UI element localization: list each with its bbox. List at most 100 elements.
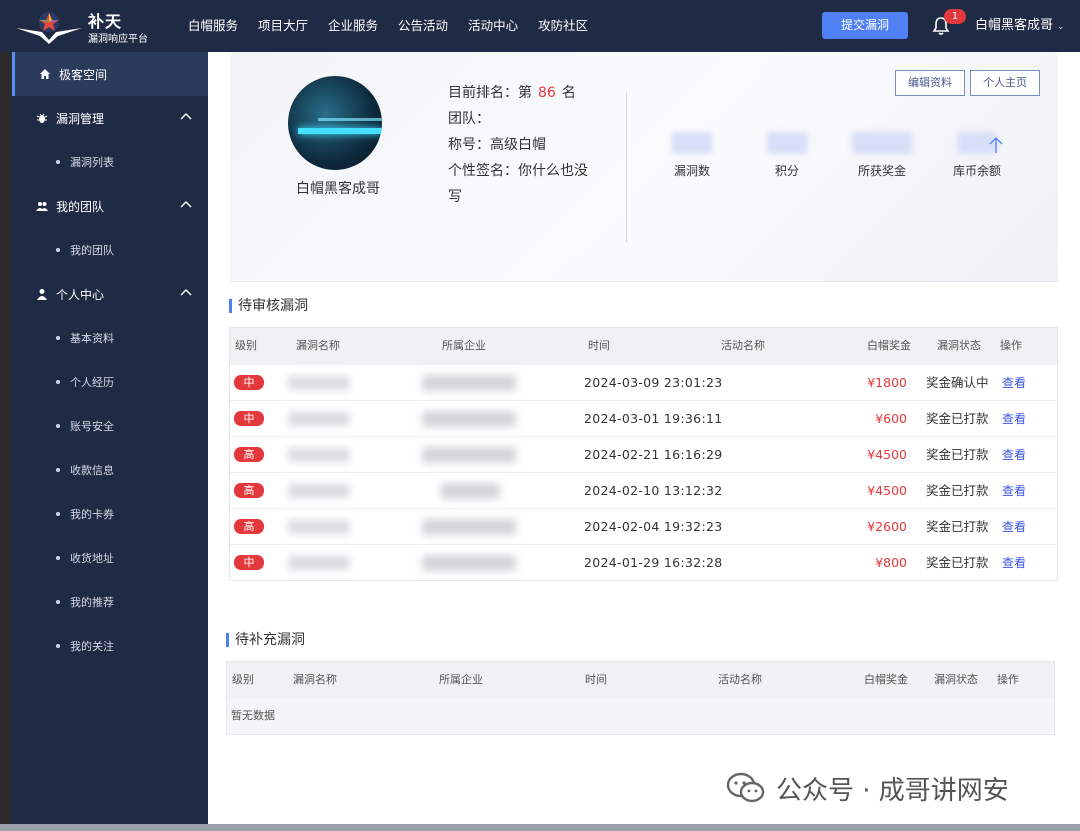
sidebar-item-referrals[interactable]: 我的推荐 bbox=[12, 580, 208, 624]
column-header: 时间 bbox=[585, 673, 607, 686]
nav-community[interactable]: 攻防社区 bbox=[538, 0, 588, 52]
bonus-amount: ¥4500 bbox=[867, 483, 907, 498]
column-header: 漏洞状态 bbox=[937, 339, 981, 352]
sidebar-item-coupons[interactable]: 我的卡券 bbox=[12, 492, 208, 536]
sidebar-item-label: 我的推荐 bbox=[70, 596, 114, 609]
bottom-scrollbar[interactable] bbox=[0, 824, 1080, 831]
sidebar-item-label: 极客空间 bbox=[59, 67, 108, 82]
company-blurred bbox=[422, 519, 516, 535]
stat-coin-balance: 库币余额 bbox=[932, 132, 1022, 179]
bonus-amount: ¥800 bbox=[875, 555, 907, 570]
watermark: 公众号 · 成哥讲网安 bbox=[726, 770, 1009, 806]
stat-vuln-count: 漏洞数 bbox=[647, 132, 737, 179]
sidebar-item-label: 个人经历 bbox=[70, 376, 114, 389]
company-blurred bbox=[422, 447, 516, 463]
nav-whitehat-service[interactable]: 白帽服务 bbox=[188, 0, 238, 52]
sidebar-item-label: 我的关注 bbox=[70, 640, 114, 653]
sidebar-item-personal-center[interactable]: 个人中心 bbox=[12, 272, 208, 316]
sidebar-item-label: 基本资料 bbox=[70, 332, 114, 345]
submit-time: 2024-02-04 19:32:23 bbox=[584, 519, 723, 534]
stat-label: 所获奖金 bbox=[857, 164, 906, 178]
profile-info: 目前排名：第 86 名 团队： 称号：高级白帽 个性签名：你什么也没 写 bbox=[448, 80, 608, 210]
wechat-icon bbox=[726, 772, 765, 803]
personal-homepage-button[interactable]: 个人主页 bbox=[970, 70, 1040, 96]
sidebar-item-experience[interactable]: 个人经历 bbox=[12, 360, 208, 404]
view-link[interactable]: 查看 bbox=[1002, 545, 1026, 581]
vuln-status: 奖金已打款 bbox=[926, 519, 989, 534]
column-header: 漏洞名称 bbox=[293, 673, 337, 686]
submit-vulnerability-button[interactable]: 提交漏洞 bbox=[822, 12, 908, 39]
sidebar-item-vuln-management[interactable]: 漏洞管理 bbox=[12, 96, 208, 140]
vuln-name-blurred bbox=[288, 448, 350, 462]
nav-project-hall[interactable]: 项目大厅 bbox=[258, 0, 308, 52]
chevron-up-icon[interactable] bbox=[180, 111, 192, 123]
nav-announcements[interactable]: 公告活动 bbox=[398, 0, 448, 52]
edit-profile-button[interactable]: 编辑资料 bbox=[895, 70, 965, 96]
view-link[interactable]: 查看 bbox=[1002, 365, 1026, 401]
sidebar-item-label: 收款信息 bbox=[70, 464, 114, 477]
bullet-dot bbox=[56, 336, 60, 340]
table-header: 级别 漏洞名称 所属企业 时间 活动名称 白帽奖金 漏洞状态 操作 bbox=[230, 328, 1057, 364]
vuln-name-blurred bbox=[288, 376, 350, 390]
signature-line-cont: 写 bbox=[448, 189, 462, 205]
view-link[interactable]: 查看 bbox=[1002, 437, 1026, 473]
chevron-up-icon[interactable] bbox=[180, 287, 192, 299]
bonus-amount: ¥600 bbox=[875, 411, 907, 426]
nav-activity-center[interactable]: 活动中心 bbox=[468, 0, 518, 52]
rank-prefix: 目前排名：第 bbox=[448, 85, 532, 101]
column-header: 漏洞名称 bbox=[296, 339, 340, 352]
sidebar-item-vuln-list[interactable]: 漏洞列表 bbox=[12, 140, 208, 184]
divider bbox=[626, 92, 627, 242]
bullet-dot bbox=[56, 424, 60, 428]
sidebar-item-my-team-sub[interactable]: 我的团队 bbox=[12, 228, 208, 272]
severity-badge: 中 bbox=[234, 411, 264, 426]
column-header: 操作 bbox=[1000, 339, 1022, 352]
sidebar-item-basic-info[interactable]: 基本资料 bbox=[12, 316, 208, 360]
stat-bonus: 所获奖金 bbox=[837, 132, 927, 179]
nav-enterprise-service[interactable]: 企业服务 bbox=[328, 0, 378, 52]
sidebar-item-account-security[interactable]: 账号安全 bbox=[12, 404, 208, 448]
sidebar-item-my-team[interactable]: 我的团队 bbox=[12, 184, 208, 228]
company-blurred bbox=[422, 375, 516, 391]
avatar[interactable] bbox=[288, 76, 382, 170]
home-icon bbox=[40, 69, 50, 79]
vuln-status: 奖金已打款 bbox=[926, 483, 989, 498]
vuln-status: 奖金已打款 bbox=[926, 555, 989, 570]
column-header: 白帽奖金 bbox=[864, 673, 908, 686]
table-header: 级别 漏洞名称 所属企业 时间 活动名称 白帽奖金 漏洞状态 操作 bbox=[227, 662, 1054, 698]
sidebar: 极客空间 漏洞管理 漏洞列表 我的团队 我的团队 个人中心 基本资料 个人经历 … bbox=[0, 52, 208, 831]
team-line: 团队： bbox=[448, 111, 490, 127]
profile-name: 白帽黑客成哥 bbox=[296, 181, 380, 197]
sidebar-item-shipping-address[interactable]: 收货地址 bbox=[12, 536, 208, 580]
table-row: 中 2024-03-01 19:36:11 ¥600 奖金已打款 查看 bbox=[230, 400, 1057, 436]
title-line: 称号：高级白帽 bbox=[448, 137, 546, 153]
vuln-status: 奖金已打款 bbox=[926, 411, 989, 426]
brand-logo[interactable]: 补天 漏洞响应平台 bbox=[14, 6, 164, 46]
column-header: 时间 bbox=[588, 339, 610, 352]
logo-emblem-icon bbox=[16, 12, 82, 44]
user-menu[interactable]: 白帽黑客成哥 ⌄ bbox=[975, 0, 1065, 53]
profile-card: 白帽黑客成哥 目前排名：第 86 名 团队： 称号：高级白帽 个性签名：你什么也没 … bbox=[230, 52, 1058, 282]
top-navbar: 补天 漏洞响应平台 白帽服务 项目大厅 企业服务 公告活动 活动中心 攻防社区 … bbox=[0, 0, 1080, 52]
table-row: 高 2024-02-21 16:16:29 ¥4500 奖金已打款 查看 bbox=[230, 436, 1057, 472]
submit-time: 2024-02-21 16:16:29 bbox=[584, 447, 723, 462]
sidebar-item-label: 个人中心 bbox=[56, 287, 105, 302]
view-link[interactable]: 查看 bbox=[1002, 401, 1026, 437]
severity-badge: 中 bbox=[234, 375, 264, 390]
stat-label: 库币余额 bbox=[952, 164, 1001, 178]
bullet-dot bbox=[56, 600, 60, 604]
table-row: 高 2024-02-04 19:32:23 ¥2600 奖金已打款 查看 bbox=[230, 508, 1057, 544]
table-row: 高 2024-02-10 13:12:32 ¥4500 奖金已打款 查看 bbox=[230, 472, 1057, 508]
chevron-up-icon[interactable] bbox=[180, 199, 192, 211]
submit-time: 2024-01-29 16:32:28 bbox=[584, 555, 723, 570]
column-header: 所属企业 bbox=[439, 673, 483, 686]
stat-label: 漏洞数 bbox=[673, 164, 710, 178]
view-link[interactable]: 查看 bbox=[1002, 473, 1026, 509]
pending-table: 级别 漏洞名称 所属企业 时间 活动名称 白帽奖金 漏洞状态 操作 中 2024… bbox=[229, 327, 1058, 581]
watermark-text: 公众号 · 成哥讲网安 bbox=[776, 775, 1009, 806]
sidebar-item-geek-space[interactable]: 极客空间 bbox=[12, 52, 208, 96]
column-header: 级别 bbox=[232, 673, 254, 686]
sidebar-item-following[interactable]: 我的关注 bbox=[12, 624, 208, 668]
sidebar-item-payment-info[interactable]: 收款信息 bbox=[12, 448, 208, 492]
view-link[interactable]: 查看 bbox=[1002, 509, 1026, 545]
